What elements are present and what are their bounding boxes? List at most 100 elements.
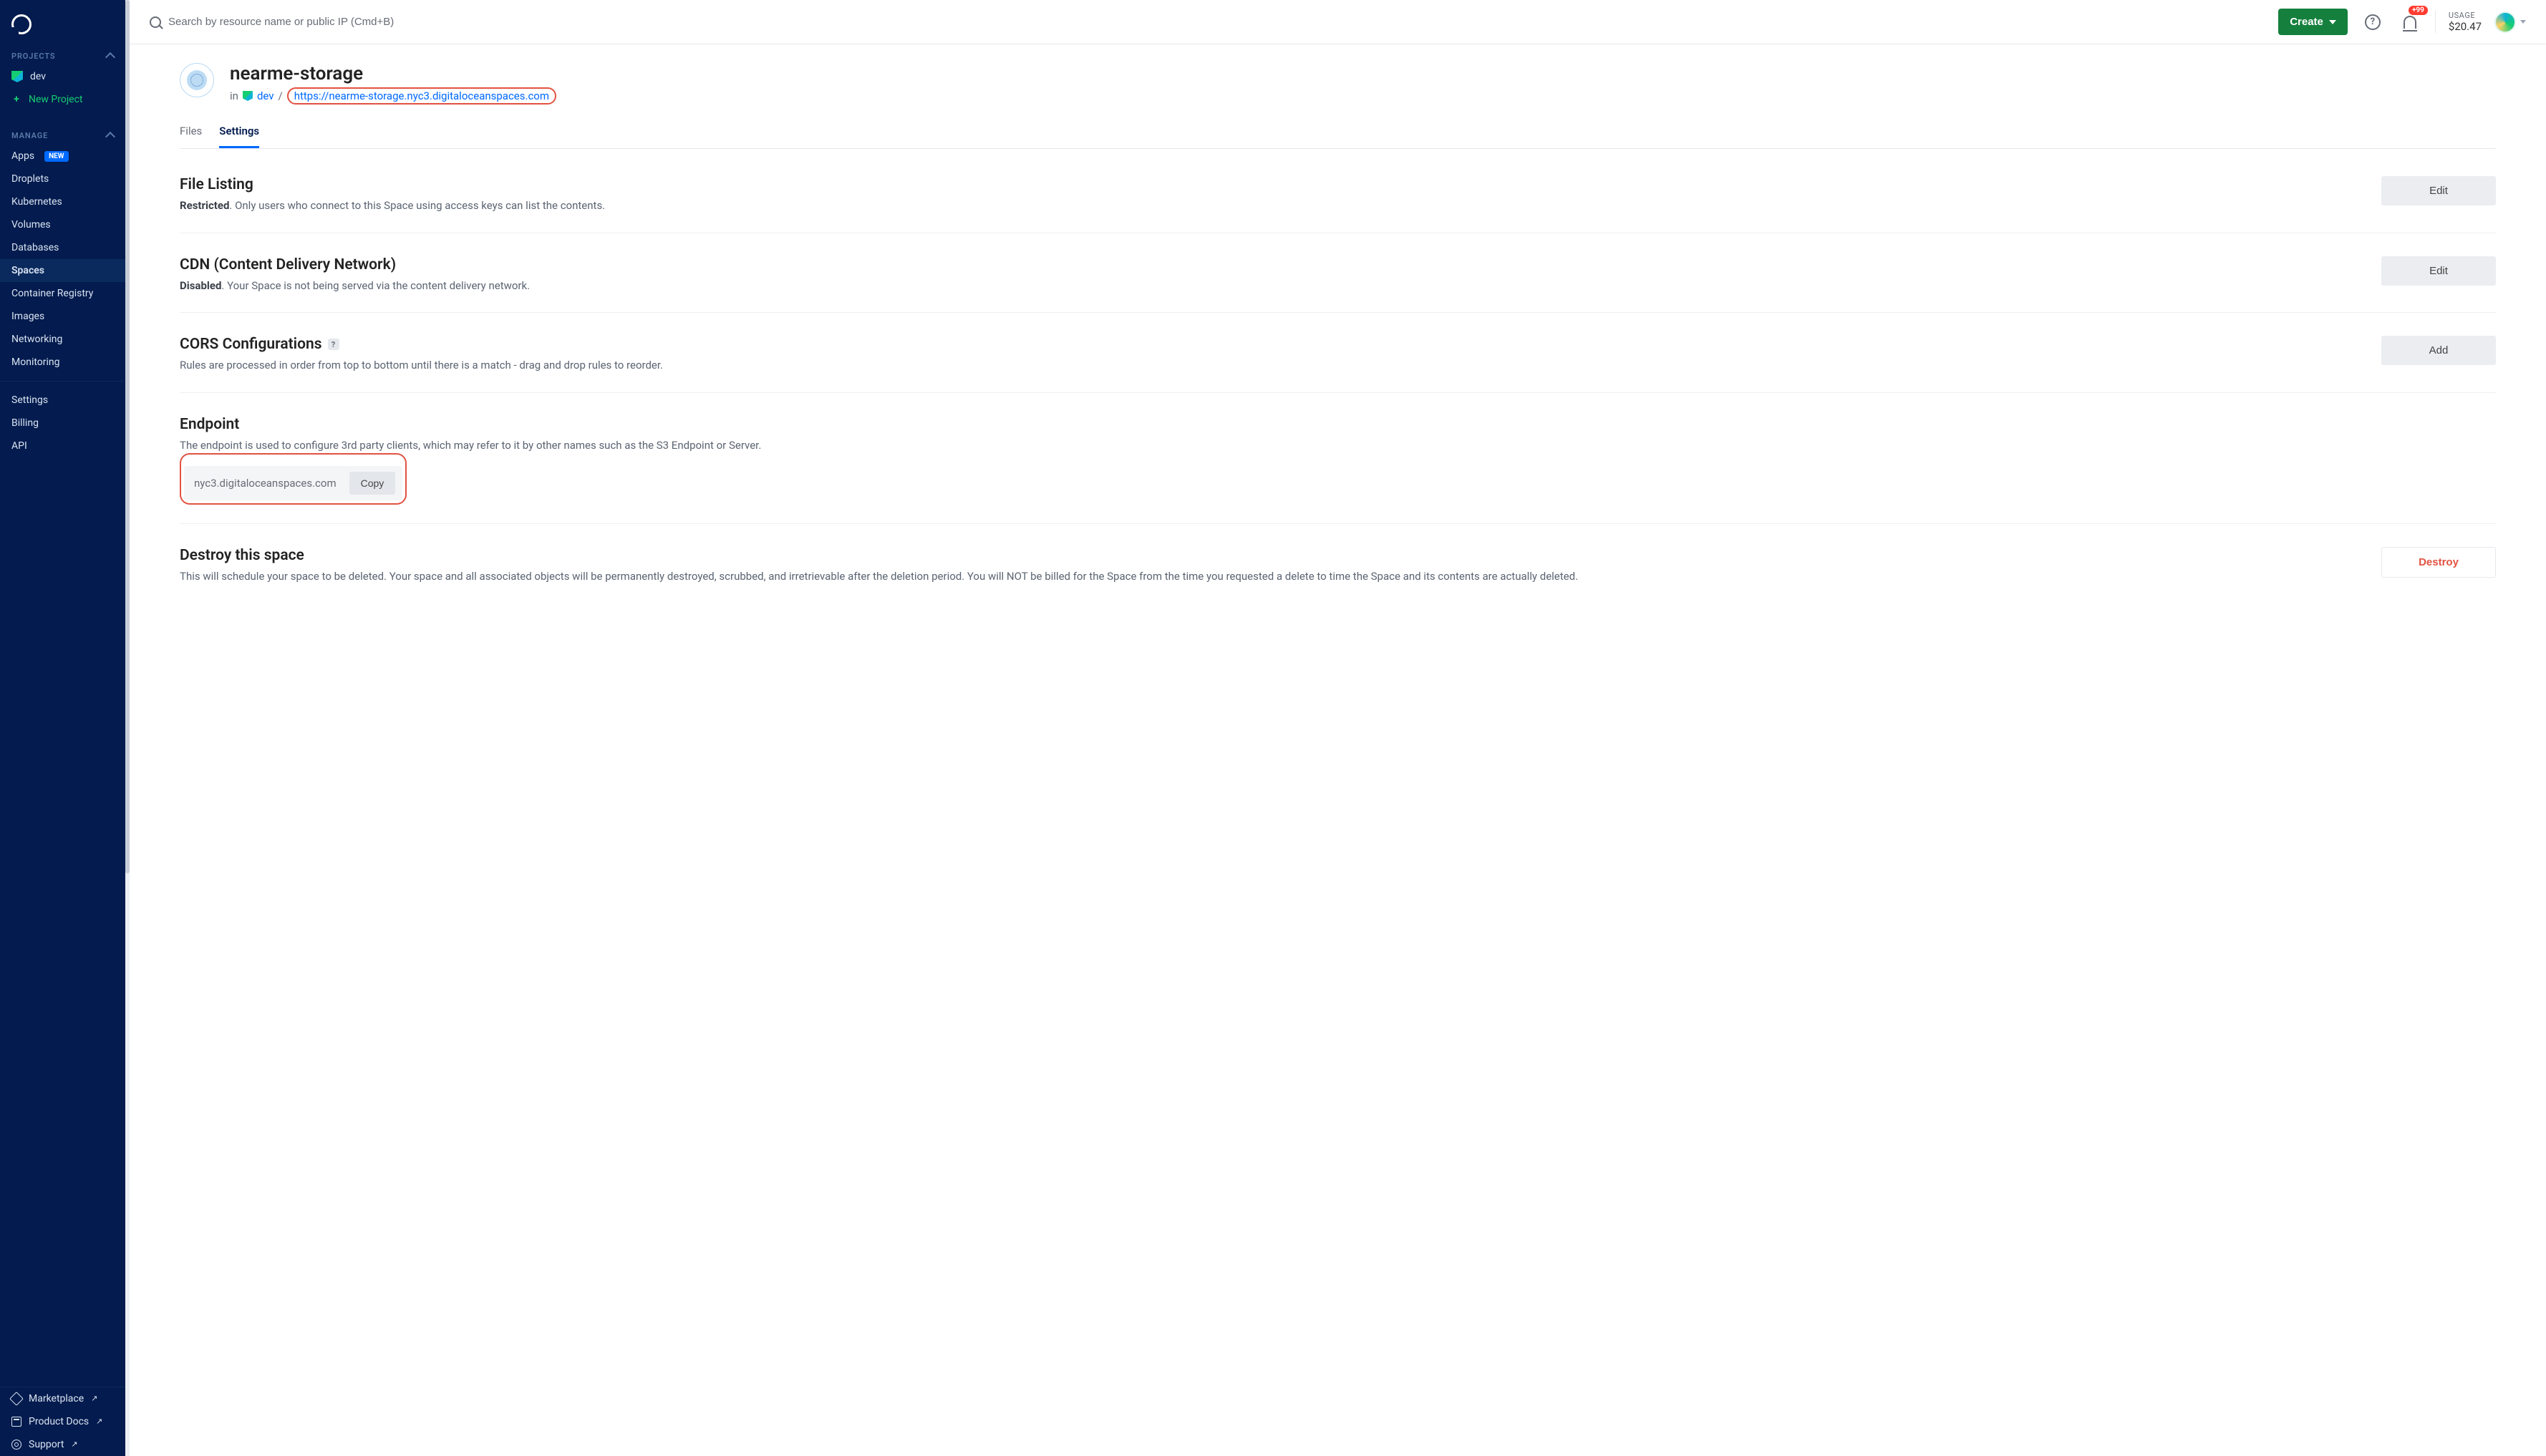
tab-settings[interactable]: Settings: [219, 117, 259, 148]
content: nearme-storage in dev / https://nearme-s…: [130, 44, 2546, 648]
breadcrumb: in dev / https://nearme-storage.nyc3.dig…: [230, 87, 556, 105]
page-title: nearme-storage: [230, 63, 556, 84]
sidebar-item-label: Apps: [11, 150, 34, 162]
setting-desc: Restricted. Only users who connect to th…: [180, 198, 2360, 214]
status-label: Restricted: [180, 199, 229, 212]
search-wrap: [150, 16, 2265, 28]
notification-badge: +99: [2409, 6, 2428, 15]
endpoint-box: nyc3.digitaloceanspaces.com Copy: [184, 466, 402, 500]
divider: [0, 381, 125, 382]
breadcrumb-in: in: [230, 89, 238, 102]
sidebar-item-label: Volumes: [11, 219, 51, 230]
edit-file-listing-button[interactable]: Edit: [2381, 176, 2496, 205]
copy-endpoint-button[interactable]: Copy: [349, 472, 396, 495]
sidebar-item-label: Monitoring: [11, 356, 60, 368]
digitalocean-logo-icon: [11, 14, 32, 34]
sidebar-item-kubernetes[interactable]: Kubernetes: [0, 190, 125, 213]
sidebar-item-support[interactable]: Support ↗: [0, 1433, 125, 1456]
chevron-down-icon: [2520, 20, 2526, 24]
edit-cdn-button[interactable]: Edit: [2381, 256, 2496, 286]
destroy-button[interactable]: Destroy: [2381, 547, 2496, 578]
sidebar-item-label: API: [11, 440, 27, 452]
sidebar-item-spaces[interactable]: Spaces: [0, 259, 125, 282]
sidebar-footer: Marketplace ↗ Product Docs ↗ Support ↗: [0, 1387, 125, 1456]
sidebar: PROJECTS dev + New Project MANAGE Apps N…: [0, 0, 125, 1456]
setting-desc: Rules are processed in order from top to…: [180, 357, 2360, 374]
sidebar-item-databases[interactable]: Databases: [0, 236, 125, 259]
sidebar-item-label: Images: [11, 311, 44, 322]
setting-title: CDN (Content Delivery Network): [180, 256, 2360, 273]
sidebar-project-dev[interactable]: dev: [0, 65, 125, 88]
sidebar-item-label: Kubernetes: [11, 196, 62, 208]
sidebar-item-container-registry[interactable]: Container Registry: [0, 282, 125, 305]
setting-cdn: CDN (Content Delivery Network) Disabled.…: [180, 249, 2496, 314]
endpoint-value: nyc3.digitaloceanspaces.com: [194, 477, 337, 490]
breadcrumb-project-link[interactable]: dev: [257, 89, 274, 102]
sidebar-item-settings[interactable]: Settings: [0, 389, 125, 412]
setting-desc: The endpoint is used to configure 3rd pa…: [180, 437, 2496, 454]
docs-icon: [11, 1417, 21, 1427]
new-project-label: New Project: [29, 94, 83, 105]
notifications-button[interactable]: +99: [2398, 10, 2422, 34]
setting-title: Destroy this space: [180, 547, 2360, 564]
sidebar-item-networking[interactable]: Networking: [0, 328, 125, 351]
account-menu[interactable]: [2494, 10, 2526, 34]
topbar: Create ? +99 USAGE $20.47: [130, 0, 2546, 44]
marketplace-icon: [9, 1392, 24, 1406]
space-url-callout: https://nearme-storage.nyc3.digitalocean…: [287, 87, 556, 105]
help-icon[interactable]: ?: [328, 339, 339, 350]
sidebar-item-volumes[interactable]: Volumes: [0, 213, 125, 236]
projects-header-label: PROJECTS: [11, 52, 55, 61]
sidebar-item-images[interactable]: Images: [0, 305, 125, 328]
support-icon: [11, 1440, 21, 1450]
scrollbar-thumb[interactable]: [125, 0, 130, 873]
logo-wrap[interactable]: [0, 0, 125, 44]
add-cors-button[interactable]: Add: [2381, 336, 2496, 365]
sidebar-item-api[interactable]: API: [0, 435, 125, 457]
setting-cors: CORS Configurations ? Rules are processe…: [180, 329, 2496, 393]
external-link-icon: ↗: [91, 1394, 97, 1403]
setting-endpoint: Endpoint The endpoint is used to configu…: [180, 409, 2496, 525]
search-input[interactable]: [168, 16, 2265, 28]
status-label: Disabled: [180, 279, 221, 292]
sidebar-item-label: Container Registry: [11, 288, 93, 299]
breadcrumb-slash: /: [279, 89, 283, 102]
usage-label: USAGE: [2449, 11, 2482, 20]
sidebar-item-monitoring[interactable]: Monitoring: [0, 351, 125, 374]
setting-desc: This will schedule your space to be dele…: [180, 568, 2360, 585]
main: Create ? +99 USAGE $20.47 nearme-storage: [130, 0, 2546, 1456]
project-icon: [243, 91, 253, 101]
search-icon: [150, 16, 161, 28]
scrollbar-track[interactable]: [125, 0, 130, 1456]
external-link-icon: ↗: [71, 1440, 77, 1449]
sidebar-item-label: Support: [29, 1439, 64, 1450]
sidebar-item-label: Product Docs: [29, 1416, 89, 1427]
setting-title: Endpoint: [180, 416, 2496, 433]
sidebar-item-apps[interactable]: Apps NEW: [0, 145, 125, 168]
usage-block[interactable]: USAGE $20.47: [2435, 11, 2482, 33]
sidebar-item-product-docs[interactable]: Product Docs ↗: [0, 1410, 125, 1433]
manage-header-label: MANAGE: [11, 131, 48, 140]
desc-text: . Only users who connect to this Space u…: [229, 199, 605, 212]
sidebar-item-label: Billing: [11, 417, 39, 429]
external-link-icon: ↗: [96, 1417, 102, 1426]
sidebar-new-project[interactable]: + New Project: [0, 88, 125, 111]
sidebar-item-droplets[interactable]: Droplets: [0, 168, 125, 190]
create-button[interactable]: Create: [2278, 9, 2348, 35]
setting-desc: Disabled. Your Space is not being served…: [180, 278, 2360, 294]
help-icon: ?: [2365, 14, 2381, 30]
sidebar-item-billing[interactable]: Billing: [0, 412, 125, 435]
setting-title: CORS Configurations ?: [180, 336, 2360, 353]
projects-header[interactable]: PROJECTS: [0, 44, 125, 65]
chevron-down-icon: [2329, 20, 2336, 24]
desc-text: . Your Space is not being served via the…: [221, 279, 530, 292]
manage-header[interactable]: MANAGE: [0, 124, 125, 145]
setting-title-text: CORS Configurations: [180, 336, 322, 353]
create-button-label: Create: [2290, 16, 2323, 28]
help-button[interactable]: ?: [2361, 10, 2385, 34]
space-url-link[interactable]: https://nearme-storage.nyc3.digitalocean…: [294, 89, 549, 102]
setting-file-listing: File Listing Restricted. Only users who …: [180, 169, 2496, 233]
sidebar-item-marketplace[interactable]: Marketplace ↗: [0, 1387, 125, 1410]
tab-files[interactable]: Files: [180, 117, 202, 148]
sidebar-item-label: Networking: [11, 334, 62, 345]
